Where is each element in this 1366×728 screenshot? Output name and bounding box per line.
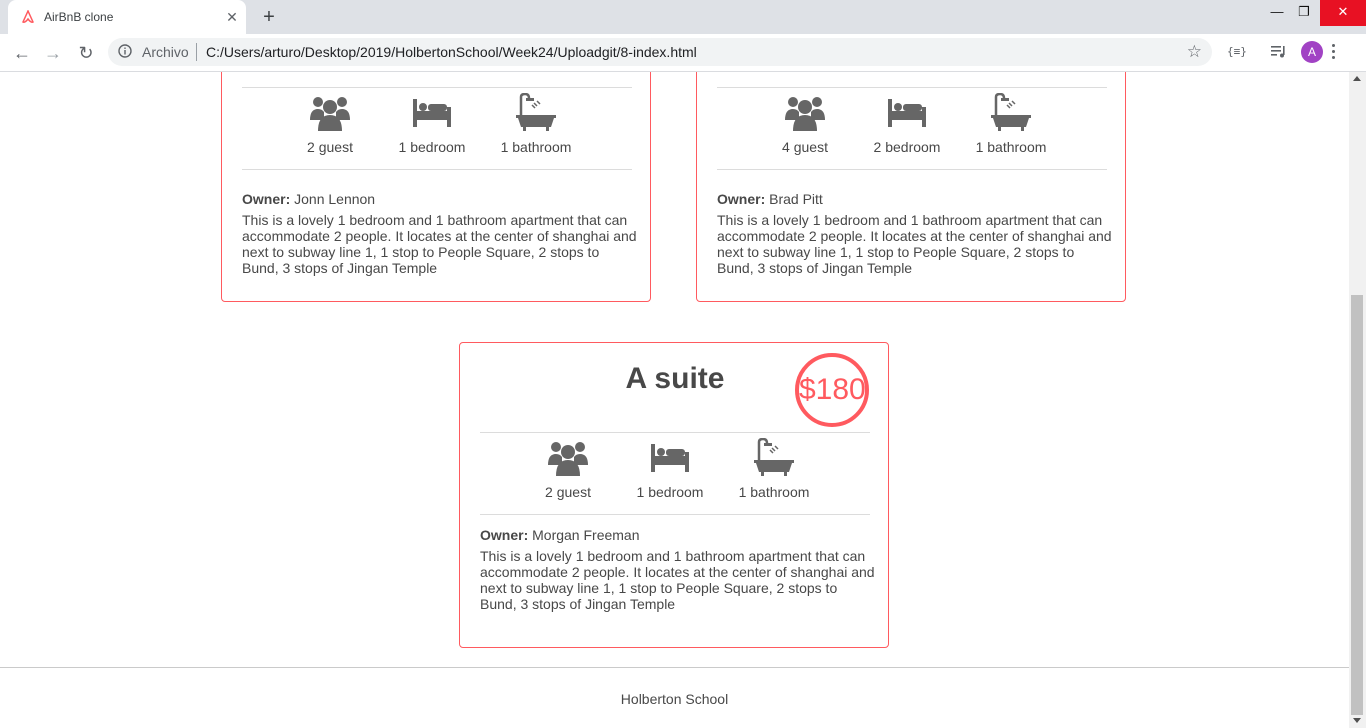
footer-text: Holberton School bbox=[620, 691, 729, 707]
bathroom-info: 1 bathroom bbox=[486, 88, 586, 155]
bedroom-info: 1 bedroom bbox=[382, 88, 482, 155]
restore-button[interactable]: ❐ bbox=[1289, 0, 1319, 26]
profile-avatar[interactable]: A bbox=[1301, 41, 1323, 63]
bathroom-count: 1 bathroom bbox=[738, 484, 810, 500]
guest-count: 2 guest bbox=[307, 139, 353, 155]
bedroom-info: 2 bedroom bbox=[857, 88, 957, 155]
owner-line: Owner: Morgan Freeman bbox=[480, 527, 870, 543]
back-icon[interactable]: ← bbox=[10, 41, 34, 65]
owner-name: Brad Pitt bbox=[769, 191, 823, 207]
information-row: 2 guest 1 bedroom 1 bathroom bbox=[480, 432, 870, 515]
scroll-down-arrow[interactable] bbox=[1353, 718, 1361, 723]
bed-icon bbox=[413, 99, 451, 127]
place-card: 2 guest 1 bedroom 1 bathroom Owner: Jonn… bbox=[221, 72, 651, 302]
bathroom-count: 1 bathroom bbox=[500, 139, 572, 155]
page-viewport: 2 guest 1 bedroom 1 bathroom Owner: Jonn… bbox=[0, 72, 1349, 728]
bath-icon bbox=[516, 93, 556, 131]
scrollbar-thumb[interactable] bbox=[1351, 295, 1363, 715]
tab-title: AirBnB clone bbox=[44, 10, 114, 24]
bathroom-count: 1 bathroom bbox=[975, 139, 1047, 155]
address-bar[interactable]: Archivo C:/Users/arturo/Desktop/2019/Hol… bbox=[108, 38, 1212, 66]
bedroom-count: 2 bedroom bbox=[873, 139, 941, 155]
scroll-up-arrow[interactable] bbox=[1353, 76, 1361, 81]
place-description: This is a lovely 1 bedroom and 1 bathroo… bbox=[480, 548, 875, 612]
bathroom-info: 1 bathroom bbox=[961, 88, 1061, 155]
new-tab-button[interactable]: + bbox=[256, 5, 282, 29]
information-row: 4 guest 2 bedroom 1 bathroom bbox=[717, 87, 1107, 170]
owner-name: Morgan Freeman bbox=[532, 527, 640, 543]
owner-name: Jonn Lennon bbox=[294, 191, 376, 207]
information-row: 2 guest 1 bedroom 1 bathroom bbox=[242, 87, 632, 170]
bedroom-count: 1 bedroom bbox=[636, 484, 704, 500]
owner-label: Owner: bbox=[242, 191, 291, 207]
divider bbox=[196, 43, 197, 61]
owner-label: Owner: bbox=[717, 191, 766, 207]
tab-close-icon[interactable]: ✕ bbox=[224, 9, 240, 25]
place-description: This is a lovely 1 bedroom and 1 bathroo… bbox=[242, 212, 637, 276]
media-queue-icon[interactable] bbox=[1271, 45, 1287, 59]
guest-info: 2 guest bbox=[518, 433, 618, 500]
guest-count: 2 guest bbox=[545, 484, 591, 500]
bathroom-info: 1 bathroom bbox=[724, 433, 824, 500]
price-badge: $180 bbox=[795, 353, 869, 427]
airbnb-favicon-icon bbox=[22, 10, 34, 23]
guest-info: 4 guest bbox=[755, 88, 855, 155]
info-icon[interactable] bbox=[118, 44, 132, 58]
page-footer: Holberton School bbox=[0, 667, 1349, 728]
browser-toolbar: ← → ↻ Archivo C:/Users/arturo/Desktop/20… bbox=[0, 34, 1366, 72]
tab-strip: AirBnB clone ✕ + — ❐ ✕ bbox=[0, 0, 1366, 34]
menu-kebab-icon[interactable] bbox=[1332, 44, 1336, 62]
minimize-button[interactable]: — bbox=[1262, 0, 1292, 26]
extension-icon[interactable]: {≡} bbox=[1227, 45, 1247, 58]
owner-line: Owner: Brad Pitt bbox=[717, 191, 1107, 207]
browser-tab[interactable]: AirBnB clone ✕ bbox=[8, 0, 246, 34]
forward-icon[interactable]: → bbox=[41, 41, 65, 65]
reload-icon[interactable]: ↻ bbox=[74, 41, 98, 65]
guest-info: 2 guest bbox=[280, 88, 380, 155]
place-card: 4 guest 2 bedroom 1 bathroom Owner: Brad… bbox=[696, 72, 1126, 302]
vertical-scrollbar[interactable] bbox=[1349, 72, 1366, 728]
owner-line: Owner: Jonn Lennon bbox=[242, 191, 632, 207]
bedroom-count: 1 bedroom bbox=[398, 139, 466, 155]
owner-label: Owner: bbox=[480, 527, 529, 543]
guest-icon bbox=[310, 97, 350, 131]
guest-icon bbox=[548, 442, 588, 476]
bath-icon bbox=[754, 438, 794, 476]
place-card: A suite $180 2 guest 1 bedroom 1 bathroo… bbox=[459, 342, 889, 648]
url-text[interactable]: C:/Users/arturo/Desktop/2019/HolbertonSc… bbox=[206, 44, 697, 60]
place-description: This is a lovely 1 bedroom and 1 bathroo… bbox=[717, 212, 1112, 276]
guest-count: 4 guest bbox=[782, 139, 828, 155]
window-close-button[interactable]: ✕ bbox=[1320, 0, 1366, 26]
bath-icon bbox=[991, 93, 1031, 131]
guest-icon bbox=[785, 97, 825, 131]
bedroom-info: 1 bedroom bbox=[620, 433, 720, 500]
bed-icon bbox=[888, 99, 926, 127]
bookmark-star-icon[interactable]: ☆ bbox=[1187, 42, 1202, 62]
site-info-label[interactable]: Archivo bbox=[142, 44, 189, 60]
bed-icon bbox=[651, 444, 689, 472]
